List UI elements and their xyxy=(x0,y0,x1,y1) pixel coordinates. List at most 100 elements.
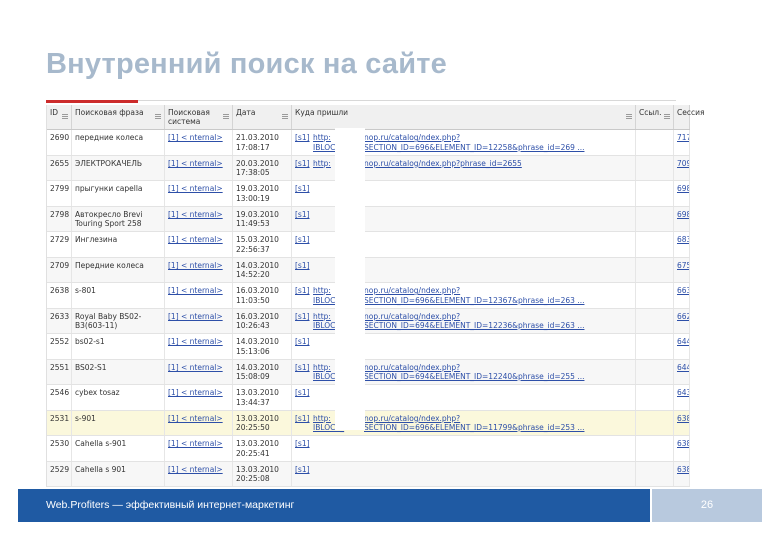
system-link[interactable]: [1] < nternal> xyxy=(168,414,229,424)
site-link[interactable]: [s1] xyxy=(295,337,313,359)
url-link-tail[interactable]: nop.ru/catalog/ndex.php? SECTION_ID=696&… xyxy=(364,133,632,155)
url-link-tail[interactable] xyxy=(364,388,632,410)
site-link[interactable]: [s1] xyxy=(295,363,313,385)
column-header-id[interactable]: ID xyxy=(47,105,72,129)
system-link[interactable]: [1] < nternal> xyxy=(168,388,229,398)
table-row[interactable]: 2799 прыгунки capella [1] < nternal> 19.03.… xyxy=(47,181,690,207)
table-row[interactable]: 2709 Передние колеса [1] < nternal> 14.03.2… xyxy=(47,257,690,283)
system-link[interactable]: [1] < nternal> xyxy=(168,210,229,220)
table-header: ID Поисковая фраза Поисковая система Дат… xyxy=(47,105,704,130)
url-link-tail[interactable] xyxy=(364,465,632,487)
table-row[interactable]: 2552 bs02-s1 [1] < nternal> 14.03.2010 15:1… xyxy=(47,334,690,360)
url-link-tail[interactable] xyxy=(364,439,632,461)
site-link[interactable]: [s1] xyxy=(295,414,313,436)
site-link[interactable]: [s1] xyxy=(295,465,313,487)
site-link[interactable]: [s1] xyxy=(295,210,313,232)
session-link[interactable]: 6382 xyxy=(677,465,689,475)
url-link-tail[interactable] xyxy=(364,261,632,283)
url-link[interactable] xyxy=(313,439,364,461)
table-row[interactable]: 2655 ЭЛЕКТРОКАЧЕЛЬ [1] < nternal> 20.03.201… xyxy=(47,155,690,181)
column-menu-icon[interactable] xyxy=(626,114,632,119)
site-link[interactable]: [s1] xyxy=(295,439,313,461)
cell-id: 2530 xyxy=(47,436,72,461)
cell-session: 6623 xyxy=(674,308,690,333)
cell-phrase: bs02-s1 xyxy=(72,334,165,359)
session-link[interactable]: 6632 xyxy=(677,286,689,296)
column-header-system[interactable]: Поисковая система xyxy=(165,105,233,129)
site-link[interactable]: [s1] xyxy=(295,184,313,206)
table-row[interactable]: 2633 Royal Baby BS02- B3(603-11) [1] < nte… xyxy=(47,308,690,334)
session-link[interactable]: 6986 xyxy=(677,184,689,194)
url-link-tail[interactable] xyxy=(364,210,632,232)
cell-session: 6983 xyxy=(674,206,690,231)
session-link[interactable]: 6835 xyxy=(677,235,689,245)
table-row[interactable]: 2551 BS02-S1 [1] < nternal> 14.03.2010 15:0… xyxy=(47,359,690,385)
cell-system: [1] < nternal> xyxy=(165,359,233,384)
site-link[interactable]: [s1] xyxy=(295,286,313,308)
url-link-tail[interactable] xyxy=(364,184,632,206)
table-row[interactable]: 2638 s-801 [1] < nternal> 16.03.2010 11:03:… xyxy=(47,283,690,309)
cell-date: 13.03.2010 20:25:08 xyxy=(233,461,292,486)
cell-date: 14.03.2010 14:52:20 xyxy=(233,257,292,282)
system-link[interactable]: [1] < nternal> xyxy=(168,439,229,449)
column-header-phrase[interactable]: Поисковая фраза xyxy=(72,105,165,129)
table-row[interactable]: 2546 cybex tosaz [1] < nternal> 13.03.2010 … xyxy=(47,385,690,411)
url-link-tail[interactable]: nop.ru/catalog/ndex.php? SECTION_ID=696&… xyxy=(364,286,632,308)
session-link[interactable]: 7099 xyxy=(677,159,689,169)
site-link[interactable]: [s1] xyxy=(295,312,313,334)
session-link[interactable]: 6448 xyxy=(677,337,689,347)
system-link[interactable]: [1] < nternal> xyxy=(168,133,229,143)
cell-system: [1] < nternal> xyxy=(165,155,233,180)
system-link[interactable]: [1] < nternal> xyxy=(168,337,229,347)
session-link[interactable]: 6439 xyxy=(677,388,689,398)
session-link[interactable]: 6752 xyxy=(677,261,689,271)
column-menu-icon[interactable] xyxy=(223,114,229,119)
cell-system: [1] < nternal> xyxy=(165,334,233,359)
system-link[interactable]: [1] < nternal> xyxy=(168,465,229,475)
url-link-tail[interactable] xyxy=(364,337,632,359)
table-row[interactable]: 2690 передние колеса [1] < nternal> 21.03.2… xyxy=(47,130,690,156)
site-link[interactable]: [s1] xyxy=(295,133,313,155)
column-header-date[interactable]: Дата xyxy=(233,105,292,129)
url-link[interactable] xyxy=(313,465,364,487)
column-header-ref[interactable]: Ссыл. xyxy=(636,105,674,129)
table-row[interactable]: 2530 Cahella s-901 [1] < nternal> 13.03.201… xyxy=(47,436,690,462)
system-link[interactable]: [1] < nternal> xyxy=(168,235,229,245)
system-link[interactable]: [1] < nternal> xyxy=(168,159,229,169)
table-row[interactable]: 2729 Инглезина [1] < nternal> 15.03.2010 22… xyxy=(47,232,690,258)
system-link[interactable]: [1] < nternal> xyxy=(168,312,229,322)
session-link[interactable]: 7172 xyxy=(677,133,689,143)
session-link[interactable]: 6382 xyxy=(677,414,689,424)
cell-phrase: передние колеса xyxy=(72,130,165,155)
system-link[interactable]: [1] < nternal> xyxy=(168,261,229,271)
system-link[interactable]: [1] < nternal> xyxy=(168,286,229,296)
table-row[interactable]: 2531 s-901 [1] < nternal> 13.03.2010 20:25:… xyxy=(47,410,690,436)
session-link[interactable]: 6983 xyxy=(677,210,689,220)
session-link[interactable]: 6447 xyxy=(677,363,689,373)
column-menu-icon[interactable] xyxy=(664,114,670,119)
column-menu-icon[interactable] xyxy=(155,114,161,119)
site-link[interactable]: [s1] xyxy=(295,159,313,181)
cell-ref xyxy=(636,359,674,384)
system-link[interactable]: [1] < nternal> xyxy=(168,363,229,373)
session-link[interactable]: 6382 xyxy=(677,439,689,449)
slide-title: Внутренний поиск на сайте xyxy=(46,48,447,80)
session-link[interactable]: 6623 xyxy=(677,312,689,322)
url-link-tail[interactable]: nop.ru/catalog/ndex.php?phrase_id=2655 xyxy=(364,159,632,181)
column-header-session[interactable]: Сессия xyxy=(674,105,704,129)
cell-system: [1] < nternal> xyxy=(165,232,233,257)
url-link-tail[interactable]: nop.ru/catalog/ndex.php? SECTION_ID=694&… xyxy=(364,363,632,385)
url-link-tail[interactable]: nop.ru/catalog/ndex.php? SECTION_ID=694&… xyxy=(364,312,632,334)
column-header-where[interactable]: Куда пришли xyxy=(292,105,636,129)
table-row[interactable]: 2529 Cahella s 901 [1] < nternal> 13.03.201… xyxy=(47,461,690,487)
column-menu-icon[interactable] xyxy=(282,114,288,119)
url-link-tail[interactable] xyxy=(364,235,632,257)
column-menu-icon[interactable] xyxy=(62,114,68,119)
site-link[interactable]: [s1] xyxy=(295,261,313,283)
site-link[interactable]: [s1] xyxy=(295,235,313,257)
url-link-tail[interactable]: nop.ru/catalog/ndex.php? SECTION_ID=696&… xyxy=(364,414,632,436)
site-link[interactable]: [s1] xyxy=(295,388,313,410)
system-link[interactable]: [1] < nternal> xyxy=(168,184,229,194)
cell-ref xyxy=(636,155,674,180)
table-row[interactable]: 2798 Автокресло Brevi Touring Sport 258 [1… xyxy=(47,206,690,232)
